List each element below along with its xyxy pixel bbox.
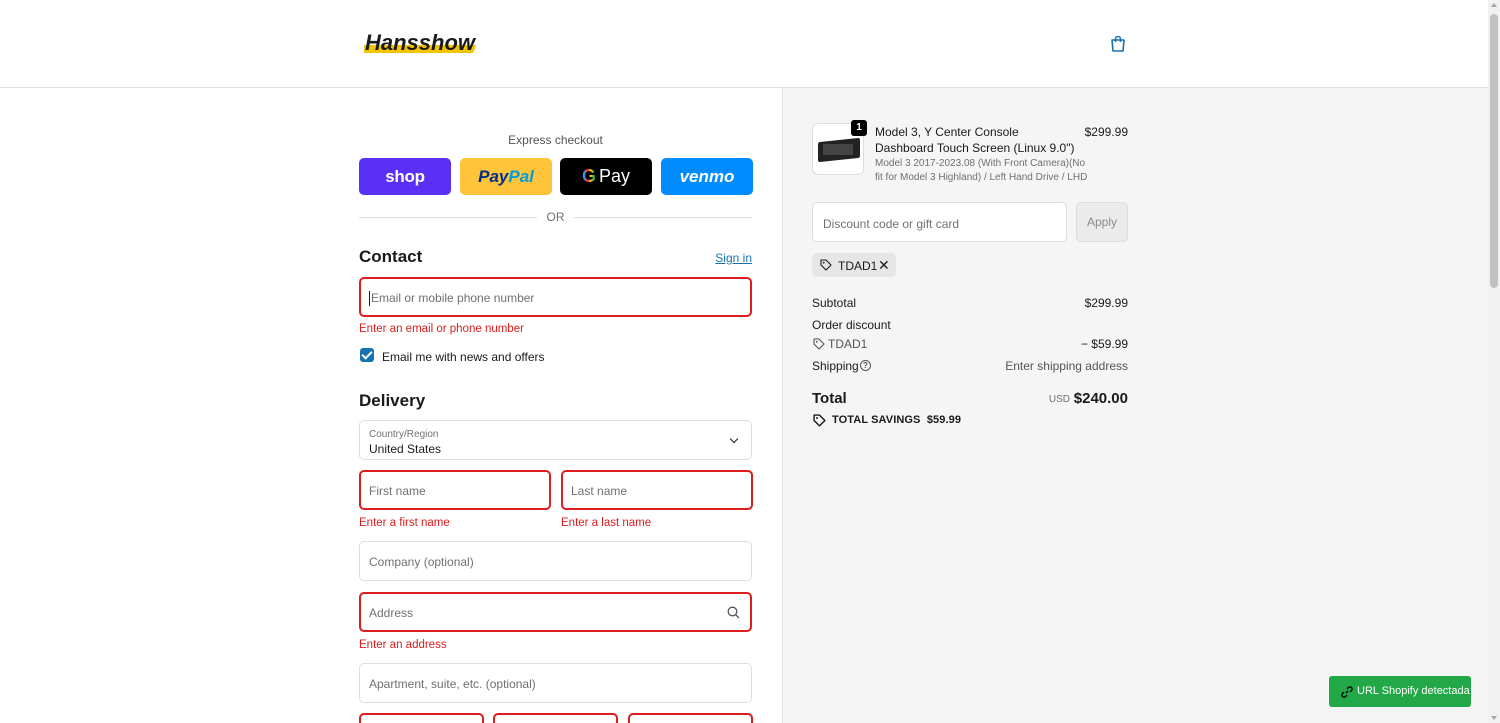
chevron-down-icon xyxy=(729,434,739,444)
discount-value: − $59.99 xyxy=(1080,337,1128,351)
express-checkout-label: Express checkout xyxy=(508,133,603,147)
applied-code-text: TDAD1 xyxy=(838,259,878,273)
shop-pay-button[interactable]: shop xyxy=(359,158,451,195)
apartment-field[interactable]: Apartment, suite, etc. (optional) xyxy=(359,663,752,703)
applied-discount-chip: TDAD1 ✕ xyxy=(812,253,896,277)
hansshow-logo[interactable]: Hansshow xyxy=(364,29,484,59)
contact-heading: Contact xyxy=(359,247,423,266)
checkout-header: Hansshow xyxy=(0,0,1488,88)
total-currency: USD xyxy=(1048,394,1070,405)
shopping-bag-icon[interactable] xyxy=(1108,34,1128,54)
order-discount-label: Order discount xyxy=(812,318,891,332)
discount-code-input[interactable]: Discount code or gift card xyxy=(812,202,1067,242)
quantity-badge: 1 xyxy=(851,120,867,136)
link-icon xyxy=(1341,686,1353,698)
total-label: Total xyxy=(812,390,847,407)
product-variant: Model 3 2017-2023.08 (With Front Camera)… xyxy=(875,158,1088,183)
zip-field[interactable] xyxy=(628,713,753,723)
scrollbar-thumb[interactable] xyxy=(1490,14,1498,288)
paypal-button[interactable]: Pay Pal xyxy=(460,158,552,195)
savings-tag-icon xyxy=(813,414,826,427)
tag-icon xyxy=(813,338,825,350)
search-icon[interactable] xyxy=(727,606,740,619)
scroll-up-arrow-icon[interactable] xyxy=(1491,3,1497,7)
delivery-heading: Delivery xyxy=(359,391,426,410)
sign-in-link[interactable]: Sign in xyxy=(700,251,752,265)
product-name: Model 3, Y Center Console Dashboard Touc… xyxy=(875,125,1075,155)
country-select[interactable]: Country/Region United States xyxy=(359,420,752,460)
shopify-detected-badge[interactable]: URL Shopify detectada xyxy=(1329,676,1471,707)
company-field[interactable]: Company (optional) xyxy=(359,541,752,581)
remove-code-icon[interactable]: ✕ xyxy=(878,258,890,272)
city-field[interactable] xyxy=(359,713,484,723)
apply-discount-button[interactable]: Apply xyxy=(1076,202,1128,242)
or-divider: OR xyxy=(359,210,752,224)
newsletter-label: Email me with news and offers xyxy=(382,350,545,364)
subtotal-value: $299.99 xyxy=(1084,296,1128,310)
total-savings: TOTAL SAVINGS $59.99 xyxy=(832,414,962,426)
subtotal-label: Subtotal xyxy=(812,296,857,310)
state-field[interactable] xyxy=(493,713,618,723)
product-price: $299.99 xyxy=(1084,125,1128,139)
text-caret xyxy=(369,291,370,306)
tag-icon xyxy=(820,259,832,271)
venmo-button[interactable]: venmo xyxy=(661,158,753,195)
last-name-field[interactable]: Last name xyxy=(561,470,753,510)
total-value: $240.00 xyxy=(1073,390,1128,407)
address-error: Enter an address xyxy=(359,639,447,651)
last-name-error: Enter a last name xyxy=(561,517,652,529)
help-icon[interactable]: ? xyxy=(860,360,871,371)
page-scrollbar[interactable] xyxy=(1488,0,1500,723)
shipping-label: Shipping xyxy=(812,359,859,373)
first-name-field[interactable]: First name xyxy=(359,470,551,510)
svg-text:Hansshow: Hansshow xyxy=(365,30,477,55)
discount-code-label: TDAD1 xyxy=(828,337,868,351)
shipping-value: Enter shipping address xyxy=(1005,359,1128,373)
first-name-error: Enter a first name xyxy=(359,517,450,529)
address-field[interactable]: Address xyxy=(359,592,752,632)
scroll-down-arrow-icon[interactable] xyxy=(1491,716,1497,720)
email-field[interactable]: Email or mobile phone number xyxy=(359,277,752,317)
google-pay-button[interactable]: G Pay xyxy=(560,158,652,195)
email-error: Enter an email or phone number xyxy=(359,323,524,335)
newsletter-checkbox[interactable] xyxy=(360,348,374,362)
